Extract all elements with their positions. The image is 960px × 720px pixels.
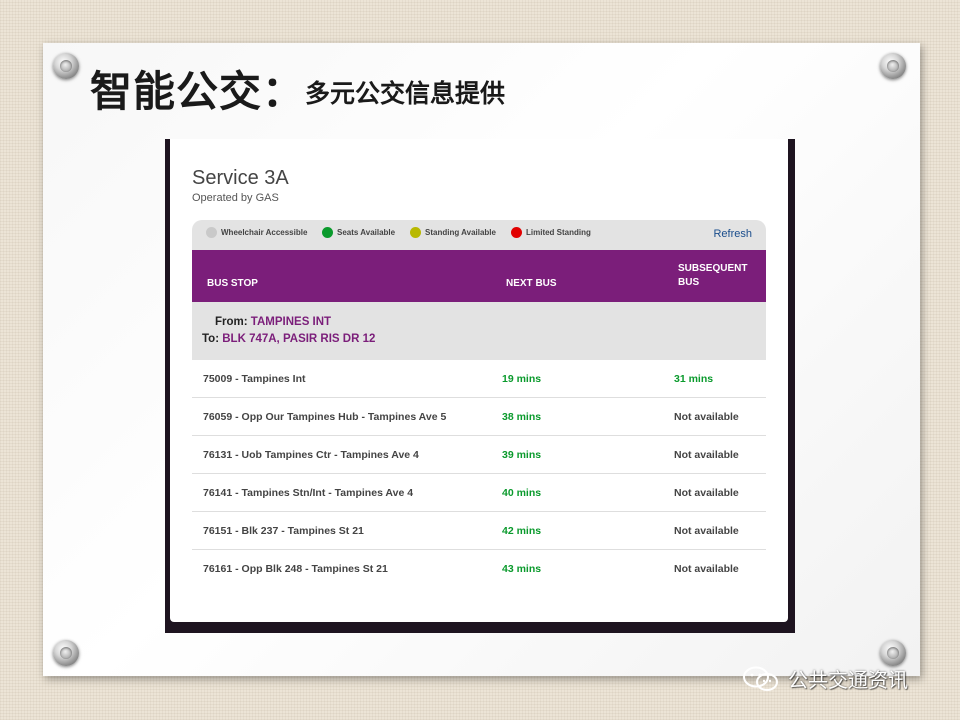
rivet-bottom-right-icon — [880, 640, 906, 666]
legend-bar: Wheelchair Accessible Seats Available St… — [192, 220, 766, 250]
stop-cell: 76161 - Opp Blk 248 - Tampines St 21 — [203, 563, 388, 575]
subsequent-bus-cell: Not available — [674, 411, 739, 423]
legend-item-limited: Limited Standing — [511, 227, 591, 238]
rivet-bottom-left-icon — [53, 640, 79, 666]
service-operator: Operated by GAS — [192, 192, 279, 204]
legend-item-seats: Seats Available — [322, 227, 395, 238]
next-bus-cell: 42 mins — [502, 525, 542, 537]
gray-dot-icon — [206, 227, 217, 238]
header-subsequent-bus: SUBSEQUENT BUS — [678, 262, 747, 290]
red-dot-icon — [511, 227, 522, 238]
subsequent-bus-cell: Not available — [674, 449, 739, 461]
header-bus-stop: BUS STOP — [207, 278, 258, 289]
table-row[interactable]: 76059 - Opp Our Tampines Hub - Tampines … — [192, 398, 766, 436]
route-summary: From: TAMPINES INT To: BLK 747A, PASIR R… — [192, 302, 766, 360]
header-subsequent-line1: SUBSEQUENT — [678, 263, 748, 274]
stop-cell: 76059 - Opp Our Tampines Hub - Tampines … — [203, 411, 447, 423]
subsequent-bus-cell: Not available — [674, 563, 739, 575]
rivet-top-left-icon — [53, 53, 79, 79]
next-bus-cell: 19 mins — [502, 373, 542, 385]
wechat-watermark: 公共交通资讯 — [742, 664, 908, 693]
route-from: From: TAMPINES INT — [215, 316, 331, 328]
next-bus-cell: 38 mins — [502, 411, 542, 423]
legend-item-wheelchair: Wheelchair Accessible — [206, 227, 307, 238]
green-dot-icon — [322, 227, 333, 238]
route-to: To: BLK 747A, PASIR RIS DR 12 — [202, 333, 375, 345]
legend-item-standing: Standing Available — [410, 227, 496, 238]
next-bus-cell: 40 mins — [502, 487, 542, 499]
to-label: To: — [202, 333, 220, 345]
legend-label: Limited Standing — [526, 228, 591, 237]
yellow-dot-icon — [410, 227, 421, 238]
legend-label: Wheelchair Accessible — [221, 228, 308, 237]
legend-label: Seats Available — [337, 228, 396, 237]
stop-cell: 75009 - Tampines Int — [203, 373, 306, 385]
header-subsequent-line2: BUS — [678, 277, 700, 288]
table-row[interactable]: 76151 - Blk 237 - Tampines St 21 42 mins… — [192, 512, 766, 550]
wechat-icon — [743, 666, 778, 691]
stop-cell: 76131 - Uob Tampines Ctr - Tampines Ave … — [203, 449, 419, 461]
table-row[interactable]: 76161 - Opp Blk 248 - Tampines St 21 43 … — [192, 550, 766, 588]
subsequent-bus-cell: Not available — [674, 487, 739, 499]
bus-arrival-screenshot: Service 3A Operated by GAS Wheelchair Ac… — [170, 139, 788, 622]
stop-cell: 76141 - Tampines Stn/Int - Tampines Ave … — [203, 487, 414, 499]
from-label: From: — [215, 316, 248, 328]
from-value: TAMPINES INT — [250, 316, 332, 328]
subsequent-bus-cell: Not available — [674, 525, 739, 537]
rivet-top-right-icon — [880, 53, 906, 79]
table-row[interactable]: 75009 - Tampines Int 19 mins 31 mins — [192, 360, 766, 398]
next-bus-cell: 43 mins — [502, 563, 542, 575]
to-value: BLK 747A, PASIR RIS DR 12 — [222, 333, 376, 345]
table-header: BUS STOP NEXT BUS SUBSEQUENT BUS — [192, 250, 766, 302]
service-title: Service 3A — [192, 167, 289, 189]
subsequent-bus-cell: 31 mins — [674, 373, 714, 385]
watermark-text: 公共交通资讯 — [788, 668, 908, 692]
legend-label: Standing Available — [425, 228, 496, 237]
slide-title: 智能公交： — [90, 67, 306, 116]
header-next-bus: NEXT BUS — [506, 278, 557, 289]
refresh-link[interactable]: Refresh — [713, 228, 752, 240]
table-row[interactable]: 76141 - Tampines Stn/Int - Tampines Ave … — [192, 474, 766, 512]
table-row[interactable]: 76131 - Uob Tampines Ctr - Tampines Ave … — [192, 436, 766, 474]
slide-subtitle: 多元公交信息提供 — [305, 79, 506, 108]
stop-cell: 76151 - Blk 237 - Tampines St 21 — [203, 525, 364, 537]
next-bus-cell: 39 mins — [502, 449, 542, 461]
